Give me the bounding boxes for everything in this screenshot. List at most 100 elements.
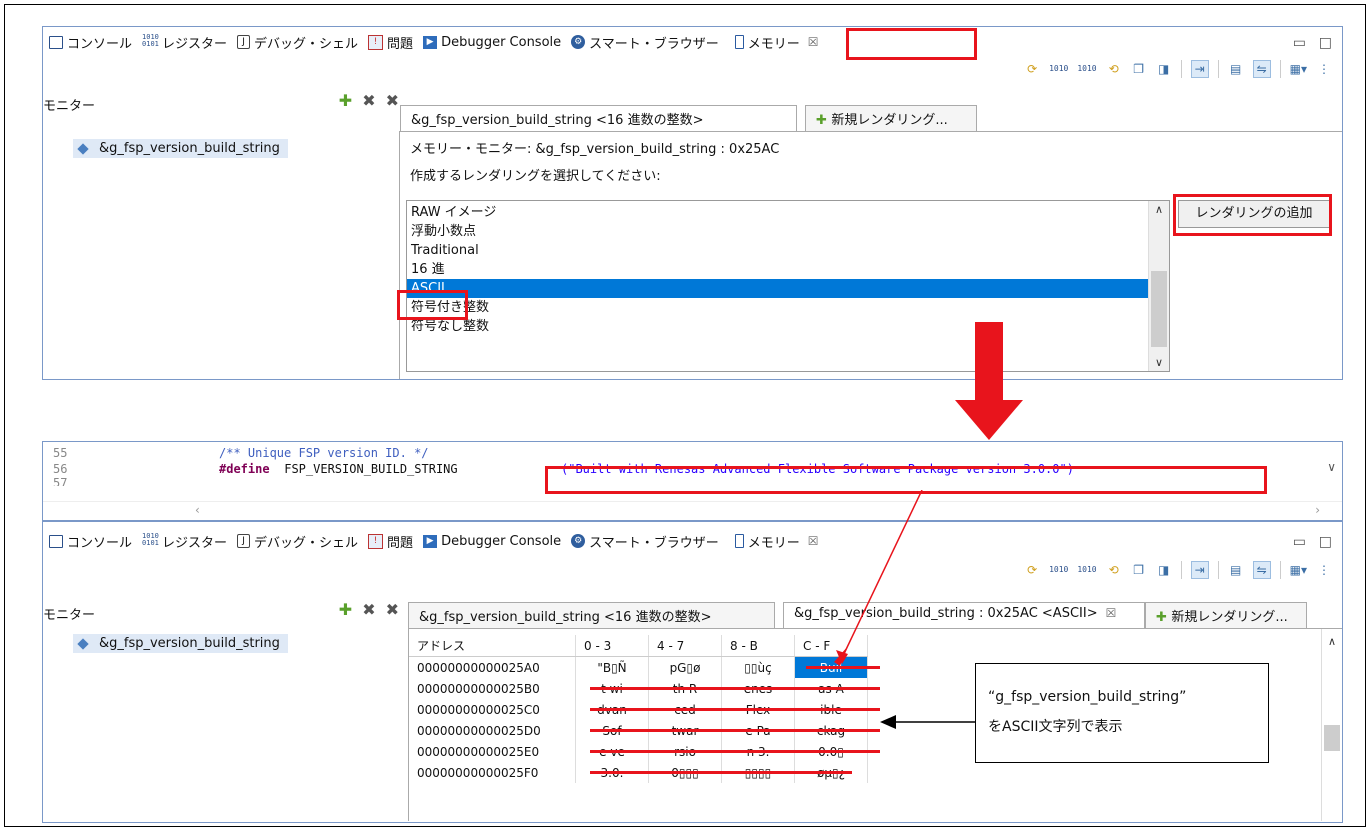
toolbar-divider [1279, 561, 1281, 579]
import-icon[interactable]: 1010 [1049, 61, 1068, 77]
tab-register[interactable]: 1010 0101 レジスター [142, 532, 227, 551]
view-menu-icon[interactable]: ⋮ [1316, 61, 1332, 77]
tab-rendering-hex[interactable]: &g_fsp_version_build_string <16 進数の整数> [408, 602, 775, 629]
monitor-list-item[interactable]: &g_fsp_version_build_string [73, 634, 288, 653]
add-monitor-icon[interactable]: ✚ [339, 600, 352, 619]
monitor-title: モニター [43, 99, 96, 114]
highlight-ascii [397, 290, 468, 320]
new-file-icon[interactable]: ❐ [1131, 562, 1147, 578]
remove-monitor-icon[interactable]: ✖ [362, 91, 375, 110]
vertical-scrollbar[interactable]: ∧ [1321, 629, 1342, 821]
tab-debug-shell[interactable]: J デバッグ・シェル [237, 33, 358, 52]
highlight-memory-tab [846, 28, 977, 60]
add-icon: ✚ [816, 113, 832, 128]
maximize-icon[interactable]: □ [1319, 534, 1332, 550]
remove-all-icon[interactable]: ✖ [386, 600, 399, 619]
tab-memory[interactable]: メモリー ☒ [734, 33, 819, 52]
select-prompt: 作成するレンダリングを選択してください: [410, 169, 661, 184]
rendering-list[interactable]: RAW イメージ 浮動小数点 Traditional 16 進 ASCII 符号付き整数符… [406, 200, 1170, 372]
tab-new-rendering[interactable]: ✚ 新規レンダリング... [1145, 602, 1307, 629]
scroll-down-icon[interactable]: ∨ [1149, 356, 1169, 369]
annotation-line-1: “g_fsp_version_build_string” [988, 689, 1187, 705]
tab-debugger-console[interactable]: ▶ Debugger Console [423, 534, 561, 549]
toolbar-divider [1180, 561, 1182, 579]
rendering-option[interactable]: 浮動小数点 [407, 222, 1148, 241]
refresh-icon[interactable]: ⟳ [1024, 562, 1040, 578]
rendering-option[interactable]: 符号なし整数 [407, 317, 1148, 336]
remove-all-icon[interactable]: ✖ [386, 91, 399, 110]
column-header[interactable]: 4 - 7 [648, 635, 722, 657]
address-cell: 00000000000025A0 [409, 656, 576, 678]
monitor-header: モニター ✚ ✖ ✖ [43, 91, 403, 115]
split-pane-icon[interactable]: ▤ [1228, 61, 1244, 77]
tab-debug-shell[interactable]: J デバッグ・シェル [237, 532, 358, 551]
horizontal-scrollbar[interactable]: ‹ › [43, 501, 1342, 520]
maximize-icon[interactable]: □ [1319, 35, 1332, 51]
tab-smart-browser[interactable]: ⚙ スマート・ブラウザー [571, 532, 719, 551]
table-row: 00000000000025A0"B▯ÑpG▯ø▯▯ùçBuil [409, 656, 868, 678]
add-monitor-icon[interactable]: ✚ [339, 91, 352, 110]
view-menu-icon[interactable]: ⋮ [1316, 562, 1332, 578]
rendering-option[interactable]: ASCII [407, 279, 1148, 298]
scroll-left-icon[interactable]: ‹ [195, 503, 200, 517]
rendering-option[interactable]: Traditional [407, 241, 1148, 260]
rendering-pane: メモリー・モニター: &g_fsp_version_build_string :… [399, 131, 1342, 379]
tab-debugger-console[interactable]: ▶ Debugger Console [423, 35, 561, 50]
rendering-option[interactable]: RAW イメージ [407, 203, 1148, 222]
remove-monitor-icon[interactable]: ✖ [362, 600, 375, 619]
tab-new-rendering[interactable]: ✚ 新規レンダリング... [805, 105, 977, 132]
split-pane-icon[interactable]: ▤ [1228, 562, 1244, 578]
sync-icon[interactable]: ⟲ [1106, 61, 1122, 77]
export-icon[interactable]: 1010 [1077, 61, 1096, 77]
ascii-cell[interactable]: "B▯Ñ [575, 656, 649, 678]
refresh-icon[interactable]: ⟳ [1024, 61, 1040, 77]
vertical-scrollbar[interactable]: ∧ ∨ [1148, 201, 1169, 371]
tab-console[interactable]: コンソール [49, 532, 132, 551]
tab-smart-browser[interactable]: ⚙ スマート・ブラウザー [571, 33, 719, 52]
link-icon[interactable]: ⇥ [1190, 561, 1209, 579]
tab-memory[interactable]: メモリー ☒ [734, 532, 819, 551]
column-header[interactable]: アドレス [409, 635, 576, 657]
tab-console[interactable]: コンソール [49, 33, 132, 52]
scroll-up-icon[interactable]: ∧ [1149, 203, 1169, 216]
memory-icon [734, 35, 744, 49]
rendering-option[interactable]: 16 進 [407, 260, 1148, 279]
ascii-cell[interactable]: ▯▯ùç [721, 656, 795, 678]
column-header[interactable]: 8 - B [721, 635, 795, 657]
scroll-right-icon[interactable]: › [1315, 503, 1320, 517]
monitor-list-item[interactable]: &g_fsp_version_build_string [73, 139, 288, 158]
minimize-icon[interactable]: ▭ [1293, 35, 1306, 51]
annotation-callout: “g_fsp_version_build_string” をASCII文字列で表… [975, 663, 1269, 763]
toggle-split-icon[interactable]: ⇋ [1252, 60, 1271, 78]
scrollbar-thumb[interactable] [1151, 271, 1167, 347]
minimize-icon[interactable]: ▭ [1293, 534, 1306, 550]
close-icon[interactable]: ☒ [808, 534, 819, 548]
line-number: 56 [53, 462, 68, 476]
link-icon[interactable]: ⇥ [1190, 60, 1209, 78]
problems-icon: ! [368, 34, 384, 50]
pin-icon[interactable]: ◨ [1156, 61, 1172, 77]
close-icon[interactable]: ☒ [808, 35, 819, 49]
tab-rendering-hex[interactable]: &g_fsp_version_build_string <16 進数の整数> [400, 105, 797, 132]
scrollbar-thumb[interactable] [1324, 725, 1340, 751]
memory-icon [734, 534, 744, 548]
new-file-icon[interactable]: ❐ [1131, 61, 1147, 77]
monitor-actions: ✚ ✖ ✖ [339, 91, 399, 110]
toggle-split-icon[interactable]: ⇋ [1252, 561, 1271, 579]
close-icon[interactable]: ☒ [1106, 606, 1117, 620]
scroll-down-icon[interactable]: ∨ [1327, 460, 1336, 474]
ascii-cell[interactable]: pG▯ø [648, 656, 722, 678]
layout-icon[interactable]: ▦▾ [1290, 562, 1307, 578]
tab-problems[interactable]: ! 問題 [368, 532, 413, 551]
address-cell: 00000000000025B0 [409, 678, 576, 699]
scroll-up-icon[interactable]: ∧ [1322, 635, 1342, 648]
import-icon[interactable]: 1010 [1049, 562, 1068, 578]
pin-icon[interactable]: ◨ [1156, 562, 1172, 578]
sync-icon[interactable]: ⟲ [1106, 562, 1122, 578]
tab-problems[interactable]: ! 問題 [368, 33, 413, 52]
export-icon[interactable]: 1010 [1077, 562, 1096, 578]
layout-icon[interactable]: ▦▾ [1290, 61, 1307, 77]
rendering-option[interactable]: 符号付き整数 [407, 298, 1148, 317]
tab-register[interactable]: 1010 0101 レジスター [142, 33, 227, 52]
column-header[interactable]: 0 - 3 [575, 635, 649, 657]
